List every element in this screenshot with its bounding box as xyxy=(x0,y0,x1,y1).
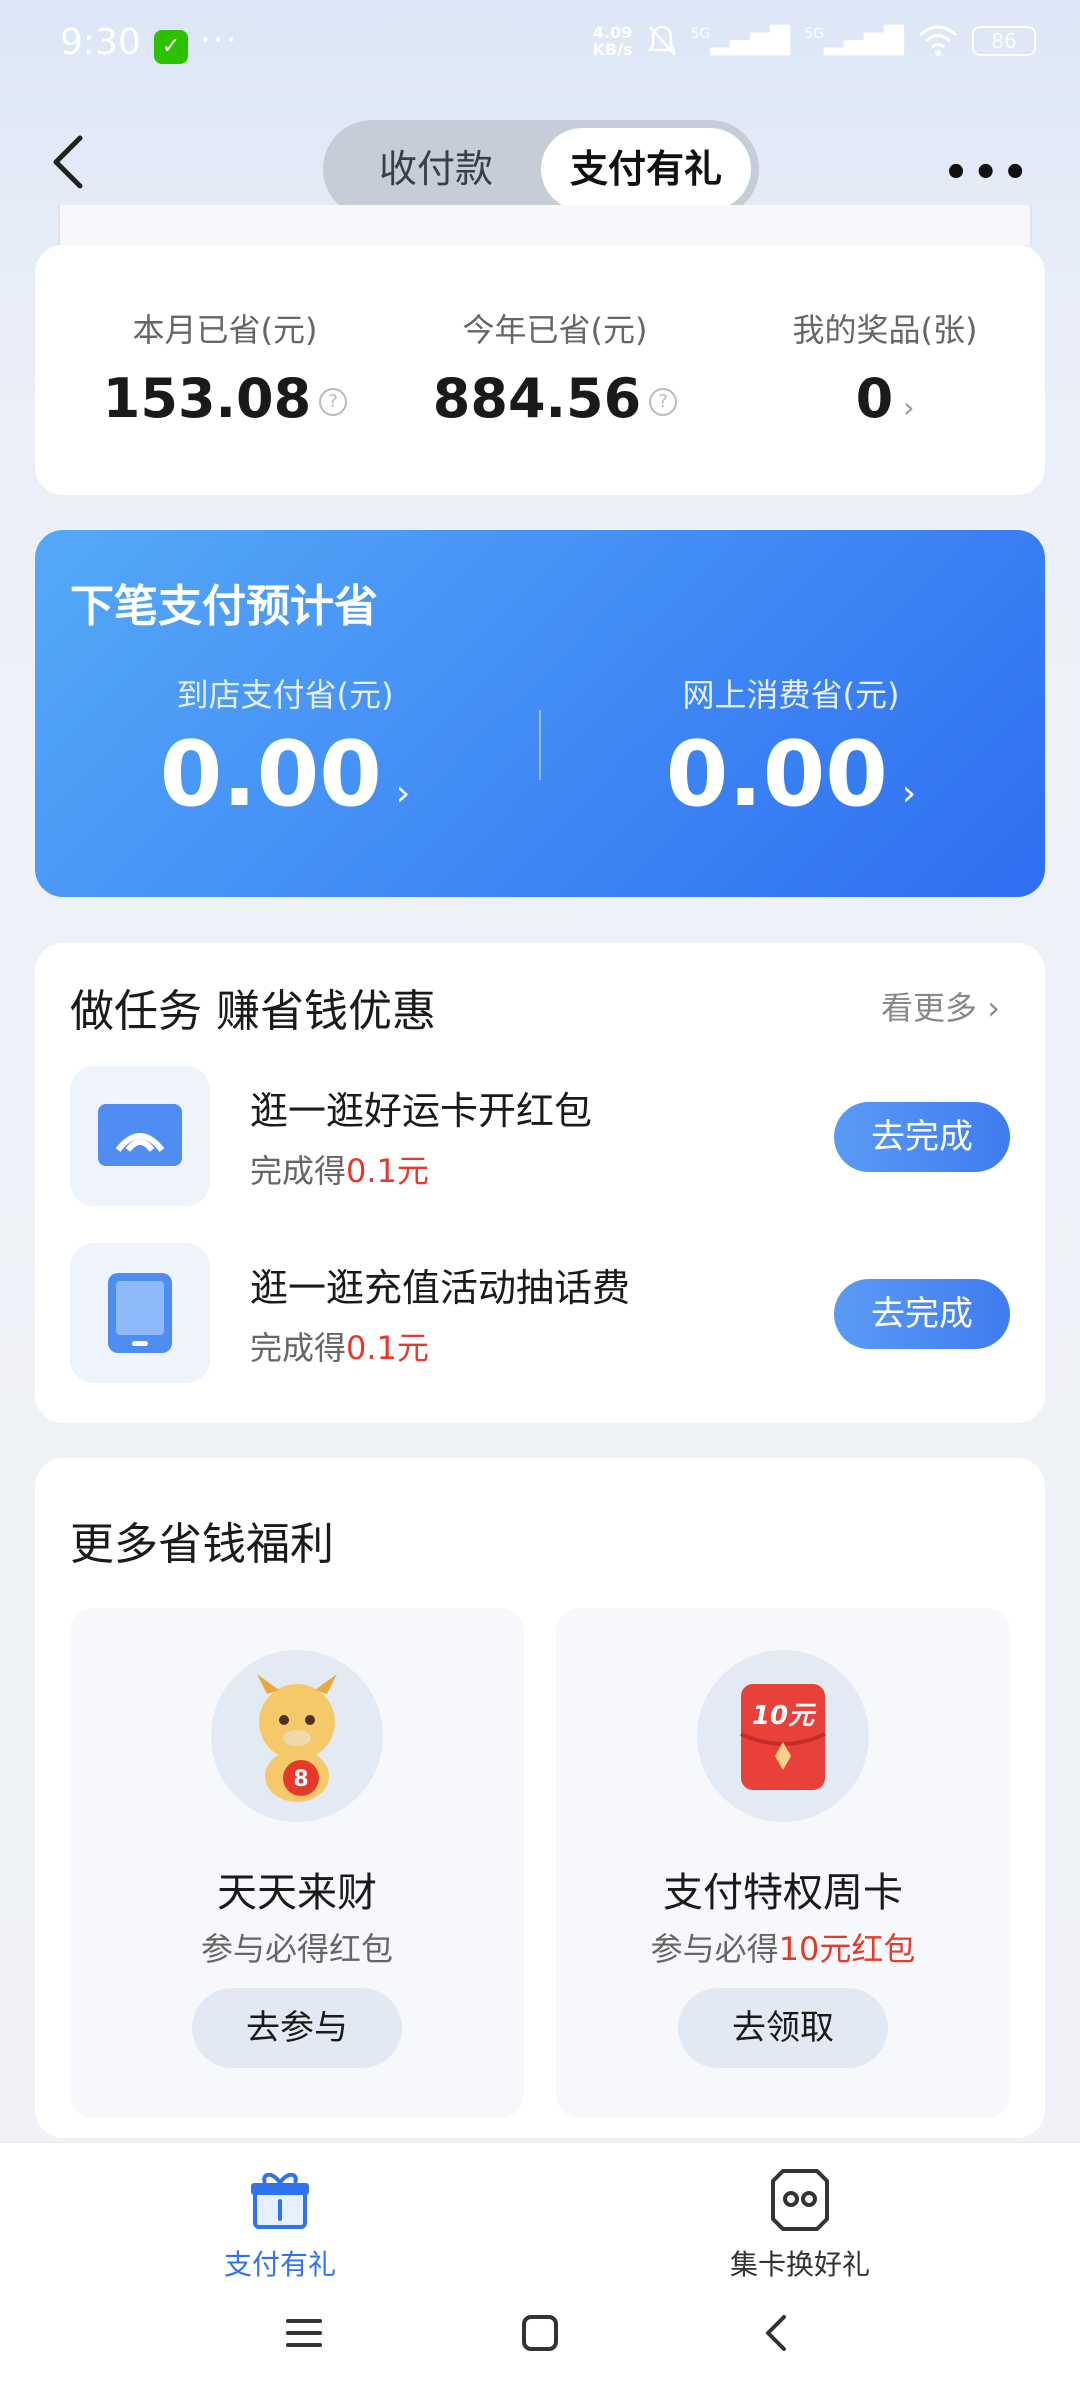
benefit-subtitle: 参与必得红包 xyxy=(200,1930,393,1968)
more-options-icon[interactable]: ••• xyxy=(943,150,1032,196)
gift-icon xyxy=(251,2172,309,2229)
system-navigation-bar xyxy=(0,2293,1080,2393)
benefit-name: 天天来财 xyxy=(217,1870,377,1916)
chevron-right-icon: › xyxy=(395,773,411,814)
tablet-icon xyxy=(70,1243,210,1383)
svg-text:10元: 10元 xyxy=(752,1701,817,1731)
battery-indicator: 86 xyxy=(972,26,1036,56)
bottom-tab-bar: 支付有礼 集卡换好礼 xyxy=(0,2142,1080,2400)
tab-collect-cards[interactable]: 集卡换好礼 xyxy=(690,2165,910,2283)
year-saved-value: 884.56 xyxy=(432,367,642,430)
complete-task-button[interactable]: 去完成 xyxy=(834,1279,1010,1349)
task-reward: 完成得0.1元 xyxy=(250,1329,429,1367)
lucky-dragon-icon: 8 xyxy=(211,1650,383,1822)
in-store-savings-value: 0.00 xyxy=(159,722,382,827)
tasks-card: 做任务 赚省钱优惠 看更多 › 逛一逛好运卡开红包 完成得0.1元 去完成 逛一… xyxy=(35,943,1045,1423)
complete-task-button[interactable]: 去完成 xyxy=(834,1102,1010,1172)
chevron-right-icon: › xyxy=(901,773,917,814)
home-icon[interactable] xyxy=(520,2313,560,2353)
lucky-card-icon xyxy=(70,1066,210,1206)
in-store-savings-label: 到店支付省(元) xyxy=(176,676,394,714)
wechat-notification-icon: ✓ xyxy=(154,30,188,64)
signal-5g-icon-1: 5G▂▄▆█ xyxy=(690,26,791,56)
tab-pay-rewards[interactable]: 支付有礼 xyxy=(541,128,751,210)
wifi-icon xyxy=(919,25,957,56)
savings-summary-card: 本月已省(元) 153.08? 今年已省(元) 884.56? 我的奖品(张) … xyxy=(35,245,1045,495)
task-reward: 完成得0.1元 xyxy=(250,1152,429,1190)
online-savings[interactable]: 网上消费省(元) 0.00 › xyxy=(541,670,1041,827)
next-payment-savings-card: 下笔支付预计省 到店支付省(元) 0.00 › 网上消费省(元) 0.00 › xyxy=(35,530,1045,897)
back-icon[interactable] xyxy=(756,2313,796,2353)
task-name: 逛一逛充值活动抽话费 xyxy=(250,1266,631,1310)
benefit-subtitle: 参与必得10元红包 xyxy=(650,1930,916,1968)
task-item[interactable]: 逛一逛充值活动抽话费 完成得0.1元 去完成 xyxy=(70,1243,1010,1383)
my-prizes-value: 0 xyxy=(855,367,894,430)
tab-receive-pay[interactable]: 收付款 xyxy=(331,128,541,210)
svg-text:8: 8 xyxy=(293,1767,308,1792)
tasks-title: 做任务 赚省钱优惠 xyxy=(70,986,436,1037)
status-bar: 9:30 ✓ ··· 4.09 KB/s 5G▂▄▆█ 5G▂▄▆█ 86 xyxy=(0,0,1080,90)
task-name: 逛一逛好运卡开红包 xyxy=(250,1089,593,1133)
chevron-left-icon xyxy=(53,135,83,189)
task-item[interactable]: 逛一逛好运卡开红包 完成得0.1元 去完成 xyxy=(70,1066,1010,1206)
benefits-title: 更多省钱福利 xyxy=(70,1519,334,1570)
in-store-savings[interactable]: 到店支付省(元) 0.00 › xyxy=(35,670,535,827)
month-saved-stat[interactable]: 本月已省(元) 153.08? xyxy=(75,305,375,430)
red-envelope-icon: 10元 xyxy=(697,1650,869,1822)
benefit-item[interactable]: 10元 支付特权周卡 参与必得10元红包 去领取 xyxy=(556,1608,1010,2118)
my-prizes-stat[interactable]: 我的奖品(张) 0 › xyxy=(735,305,1035,430)
status-time: 9:30 xyxy=(60,22,141,63)
more-benefits-card: 更多省钱福利 8 天天来财 参与必得红包 去参与 10元 支付特权周卡 参与必得… xyxy=(35,1458,1045,2138)
year-saved-label: 今年已省(元) xyxy=(462,311,648,349)
benefit-name: 支付特权周卡 xyxy=(663,1870,903,1916)
chevron-right-icon: › xyxy=(987,989,1000,1027)
tab-label: 支付有礼 xyxy=(223,2248,336,2281)
more-notifications-icon: ··· xyxy=(200,20,239,60)
join-button[interactable]: 去参与 xyxy=(192,1988,402,2068)
see-more-link[interactable]: 看更多 › xyxy=(881,983,1000,1029)
benefit-item[interactable]: 8 天天来财 参与必得红包 去参与 xyxy=(70,1608,524,2118)
card-collect-icon xyxy=(771,2169,829,2231)
tab-pay-rewards-bottom[interactable]: 支付有礼 xyxy=(170,2165,390,2283)
menu-icon[interactable] xyxy=(284,2313,324,2353)
month-saved-value: 153.08 xyxy=(102,367,312,430)
collapsed-banner-edge xyxy=(58,205,1032,245)
help-icon[interactable]: ? xyxy=(319,388,348,417)
mute-bell-icon xyxy=(647,25,676,56)
tab-label: 集卡换好礼 xyxy=(729,2248,870,2281)
help-icon[interactable]: ? xyxy=(649,388,678,417)
year-saved-stat[interactable]: 今年已省(元) 884.56? xyxy=(405,305,705,430)
network-speed: 4.09 KB/s xyxy=(592,23,633,59)
my-prizes-label: 我的奖品(张) xyxy=(792,311,978,349)
online-savings-value: 0.00 xyxy=(665,722,888,827)
signal-5g-icon-2: 5G▂▄▆█ xyxy=(804,26,904,56)
chevron-right-icon: › xyxy=(903,391,915,424)
back-button[interactable] xyxy=(48,132,98,202)
online-savings-label: 网上消费省(元) xyxy=(682,676,900,714)
next-payment-title: 下笔支付预计省 xyxy=(70,581,378,632)
month-saved-label: 本月已省(元) xyxy=(132,311,318,349)
claim-button[interactable]: 去领取 xyxy=(678,1988,888,2068)
segmented-tabs: 收付款 支付有礼 xyxy=(323,120,759,218)
